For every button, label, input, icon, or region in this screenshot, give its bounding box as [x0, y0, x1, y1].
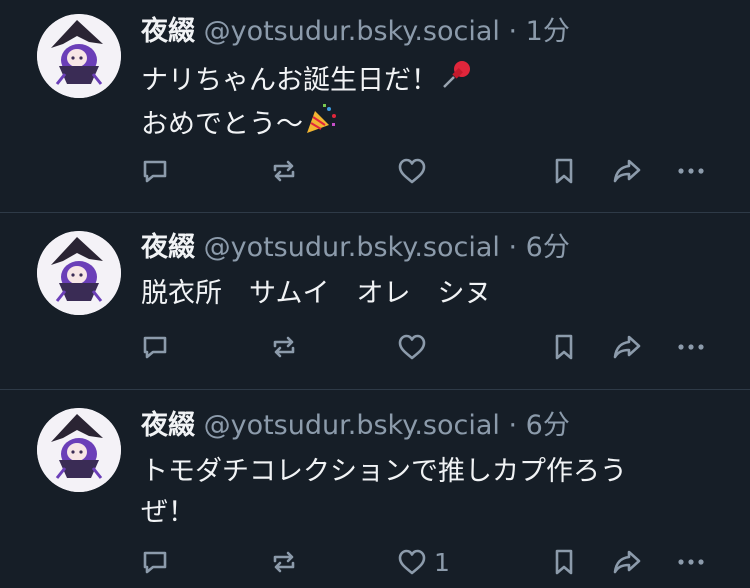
post-text-line: 脱衣所 サムイ オレ シヌ [141, 278, 492, 309]
post-text-line: おめでとう〜 [141, 101, 731, 145]
reply-icon [143, 160, 167, 183]
reply-icon [143, 336, 167, 359]
post-text: トモダチコレクションで推しカプ作ろう ぜ！ [141, 451, 731, 533]
repost-button[interactable] [268, 544, 300, 580]
bookmark-button[interactable] [548, 153, 580, 189]
like-icon [398, 334, 426, 360]
post-text-line: トモダチコレクションで推しカプ作ろう [141, 456, 627, 487]
author-display-name[interactable]: 夜綴 [141, 16, 195, 47]
share-icon [613, 335, 641, 359]
share-icon [613, 159, 641, 183]
avatar[interactable] [37, 408, 121, 492]
like-icon [398, 158, 426, 184]
author-handle[interactable]: @yotsudur.bsky.social [204, 410, 500, 441]
bookmark-button[interactable] [548, 544, 580, 580]
separator-dot: · [508, 232, 518, 263]
like-button[interactable] [396, 329, 434, 365]
author-display-name[interactable]: 夜綴 [141, 232, 195, 263]
post-timestamp[interactable]: 1分 [526, 16, 570, 47]
share-button[interactable] [611, 153, 643, 189]
separator-dot: · [508, 410, 518, 441]
post-text-line: ナリちゃんお誕生日だ！ [141, 57, 731, 101]
repost-icon [273, 160, 295, 182]
bookmark-button[interactable] [548, 329, 580, 365]
bookmark-icon [555, 158, 573, 184]
post-header: 夜綴 @yotsudur.bsky.social · 6分 [141, 409, 570, 443]
post-text-line: ぜ！ [141, 497, 195, 528]
more-icon [678, 344, 704, 350]
repost-icon [273, 551, 295, 573]
repost-button[interactable] [268, 329, 300, 365]
separator-dot: · [508, 16, 518, 47]
post[interactable]: 夜綴 @yotsudur.bsky.social · 6分 トモダチコレクション… [0, 391, 750, 588]
avatar[interactable] [37, 231, 121, 315]
like-count: 1 [434, 547, 450, 577]
bookmark-icon [555, 549, 573, 575]
reply-icon [143, 551, 167, 574]
post-actions: 1 [0, 544, 750, 580]
feed: 夜綴 @yotsudur.bsky.social · 1分 ナリちゃんお誕生日だ… [0, 0, 750, 588]
post-header: 夜綴 @yotsudur.bsky.social · 6分 [141, 231, 570, 265]
more-icon [678, 559, 704, 565]
reply-button[interactable] [139, 544, 171, 580]
more-button[interactable] [675, 329, 707, 365]
post-actions [0, 153, 750, 189]
post-actions [0, 329, 750, 365]
post-timestamp[interactable]: 6分 [526, 410, 570, 441]
pushpin-emoji [438, 57, 474, 93]
share-button[interactable] [611, 544, 643, 580]
more-button[interactable] [675, 153, 707, 189]
post-text: ナリちゃんお誕生日だ！ おめでとう〜 [141, 57, 731, 145]
more-button[interactable] [675, 544, 707, 580]
party-popper-emoji [303, 101, 339, 137]
post[interactable]: 夜綴 @yotsudur.bsky.social · 1分 ナリちゃんお誕生日だ… [0, 0, 750, 213]
like-icon [398, 549, 426, 575]
reply-button[interactable] [139, 153, 171, 189]
post[interactable]: 夜綴 @yotsudur.bsky.social · 6分 脱衣所 サムイ オレ… [0, 214, 750, 390]
repost-icon [273, 336, 295, 358]
bookmark-icon [555, 334, 573, 360]
like-button[interactable] [396, 153, 434, 189]
share-icon [613, 550, 641, 574]
avatar[interactable] [37, 14, 121, 98]
author-handle[interactable]: @yotsudur.bsky.social [204, 232, 500, 263]
author-display-name[interactable]: 夜綴 [141, 410, 195, 441]
more-icon [678, 168, 704, 174]
repost-button[interactable] [268, 153, 300, 189]
post-header: 夜綴 @yotsudur.bsky.social · 1分 [141, 15, 570, 49]
post-text: 脱衣所 サムイ オレ シヌ [141, 273, 731, 314]
like-button[interactable]: 1 [396, 544, 450, 580]
author-handle[interactable]: @yotsudur.bsky.social [204, 16, 500, 47]
share-button[interactable] [611, 329, 643, 365]
post-timestamp[interactable]: 6分 [526, 232, 570, 263]
reply-button[interactable] [139, 329, 171, 365]
